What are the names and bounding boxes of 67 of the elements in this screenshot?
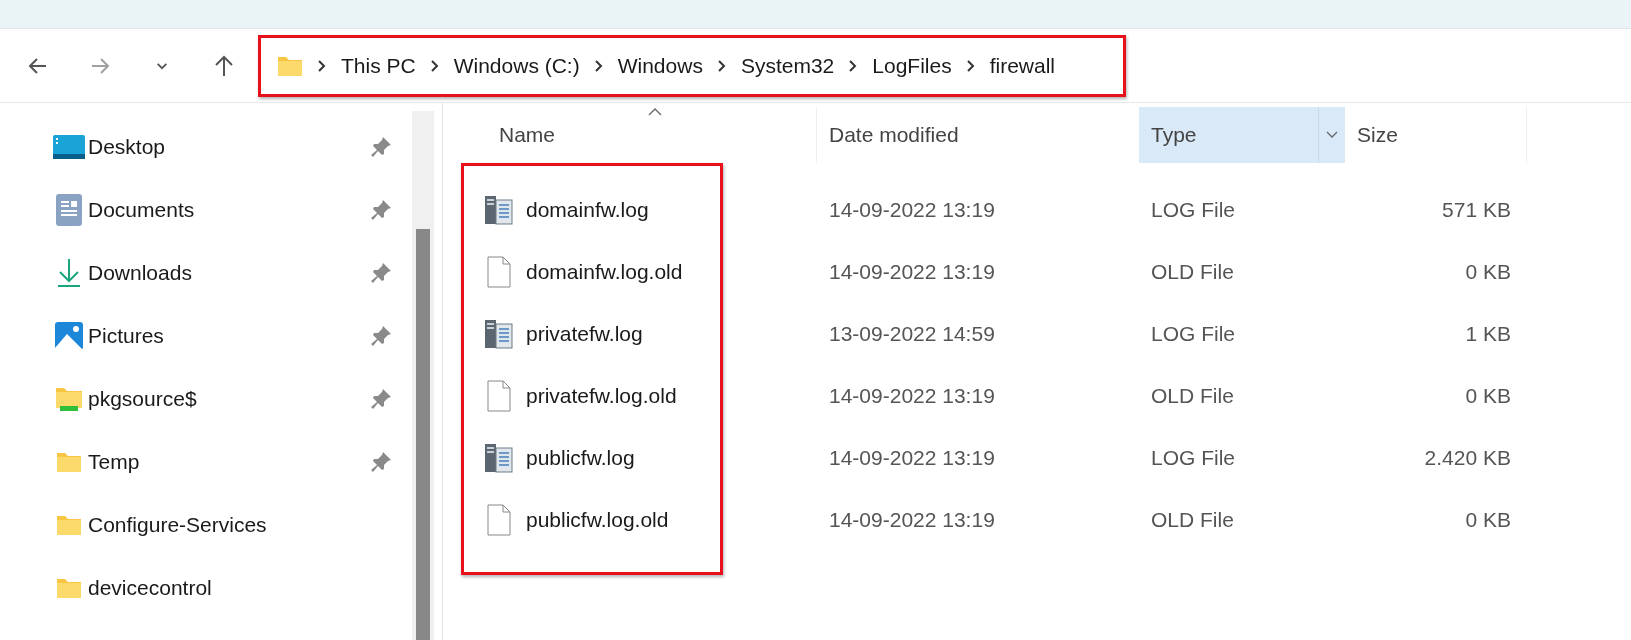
desktop-icon: [53, 134, 85, 159]
breadcrumb[interactable]: LogFiles: [872, 53, 952, 78]
size-cell-text: 1 KB: [1464, 321, 1512, 347]
chevron-icon: [317, 58, 327, 73]
type-cell-text: OLD File: [1151, 507, 1235, 533]
log-file-icon: [484, 318, 514, 350]
chevron-icon: [429, 58, 440, 73]
type-cell-text: LOG File: [1151, 197, 1237, 223]
breadcrumb[interactable]: Windows: [617, 53, 703, 78]
size-cell-text: 0 KB: [1464, 383, 1512, 409]
type-cell-text: OLD File: [1151, 259, 1235, 285]
file-name[interactable]: publicfw.log: [526, 446, 635, 470]
sidebar-item[interactable]: Temp: [88, 449, 370, 474]
type-cell-text: OLD File: [1151, 383, 1235, 409]
size-cell-text: 2.420 KB: [1423, 445, 1512, 471]
sidebar-item[interactable]: Pictures: [88, 323, 370, 348]
breadcrumb[interactable]: firewall: [989, 53, 1056, 78]
folder-icon: [56, 513, 82, 536]
size-cell-text: 0 KB: [1464, 507, 1512, 533]
sidebar-item[interactable]: Desktop: [88, 134, 370, 159]
sidebar-item[interactable]: Configure-Services: [88, 512, 392, 537]
document-icon: [56, 193, 82, 226]
chevron-icon: [593, 58, 604, 73]
file-name[interactable]: privatefw.log: [526, 322, 643, 346]
chevron-icon: [848, 58, 859, 73]
sidebar-item[interactable]: Documents: [88, 197, 370, 222]
folder-icon: [56, 450, 82, 473]
download-icon: [56, 257, 82, 288]
file-icon: [487, 256, 511, 288]
dropdown-icon: [1326, 131, 1338, 139]
date-cell-text: 13-09-2022 14:59: [829, 321, 996, 347]
chevron-down-icon: [156, 61, 168, 70]
column-header[interactable]: Name: [443, 107, 817, 163]
breadcrumb[interactable]: System32: [740, 53, 835, 78]
date-cell-text: 14-09-2022 13:19: [829, 507, 996, 533]
size-cell-text: 571 KB: [1441, 197, 1512, 223]
file-icon: [487, 380, 511, 412]
chevron-icon: [716, 58, 727, 73]
file-name[interactable]: domainfw.log.old: [526, 260, 683, 284]
address-bar[interactable]: This PC Windows (C:) Windows System32 LogFiles firewall: [258, 34, 1126, 97]
column-header[interactable]: Size: [1345, 107, 1527, 163]
sidebar-item[interactable]: devicecontrol: [88, 575, 392, 600]
file-name[interactable]: publicfw.log.old: [526, 508, 669, 532]
breadcrumb[interactable]: This PC: [341, 53, 416, 78]
file-name[interactable]: domainfw.log: [526, 198, 649, 222]
date-cell-text: 14-09-2022 13:19: [829, 383, 996, 409]
picture-icon: [55, 321, 83, 350]
column-header[interactable]: Date modified: [817, 107, 1139, 163]
file-name[interactable]: privatefw.log.old: [526, 384, 677, 408]
type-cell-text: LOG File: [1151, 321, 1237, 347]
column-header[interactable]: Type: [1139, 107, 1345, 163]
size-cell-text: 0 KB: [1464, 259, 1512, 285]
log-file-icon: [484, 194, 514, 226]
file-icon: [487, 504, 511, 536]
folder-icon: [56, 576, 82, 599]
sidebar-item[interactable]: pkgsource$: [88, 386, 370, 411]
network-folder-icon: [55, 385, 83, 412]
sidebar-item[interactable]: Downloads: [88, 260, 370, 285]
breadcrumb[interactable]: Windows (C:): [453, 53, 580, 78]
type-cell-text: LOG File: [1151, 445, 1237, 471]
folder-icon: [277, 54, 303, 77]
date-cell-text: 14-09-2022 13:19: [829, 445, 996, 471]
date-cell-text: 14-09-2022 13:19: [829, 197, 996, 223]
log-file-icon: [484, 442, 514, 474]
scrollbar[interactable]: [412, 111, 434, 640]
date-cell-text: 14-09-2022 13:19: [829, 259, 996, 285]
chevron-icon: [965, 58, 976, 73]
